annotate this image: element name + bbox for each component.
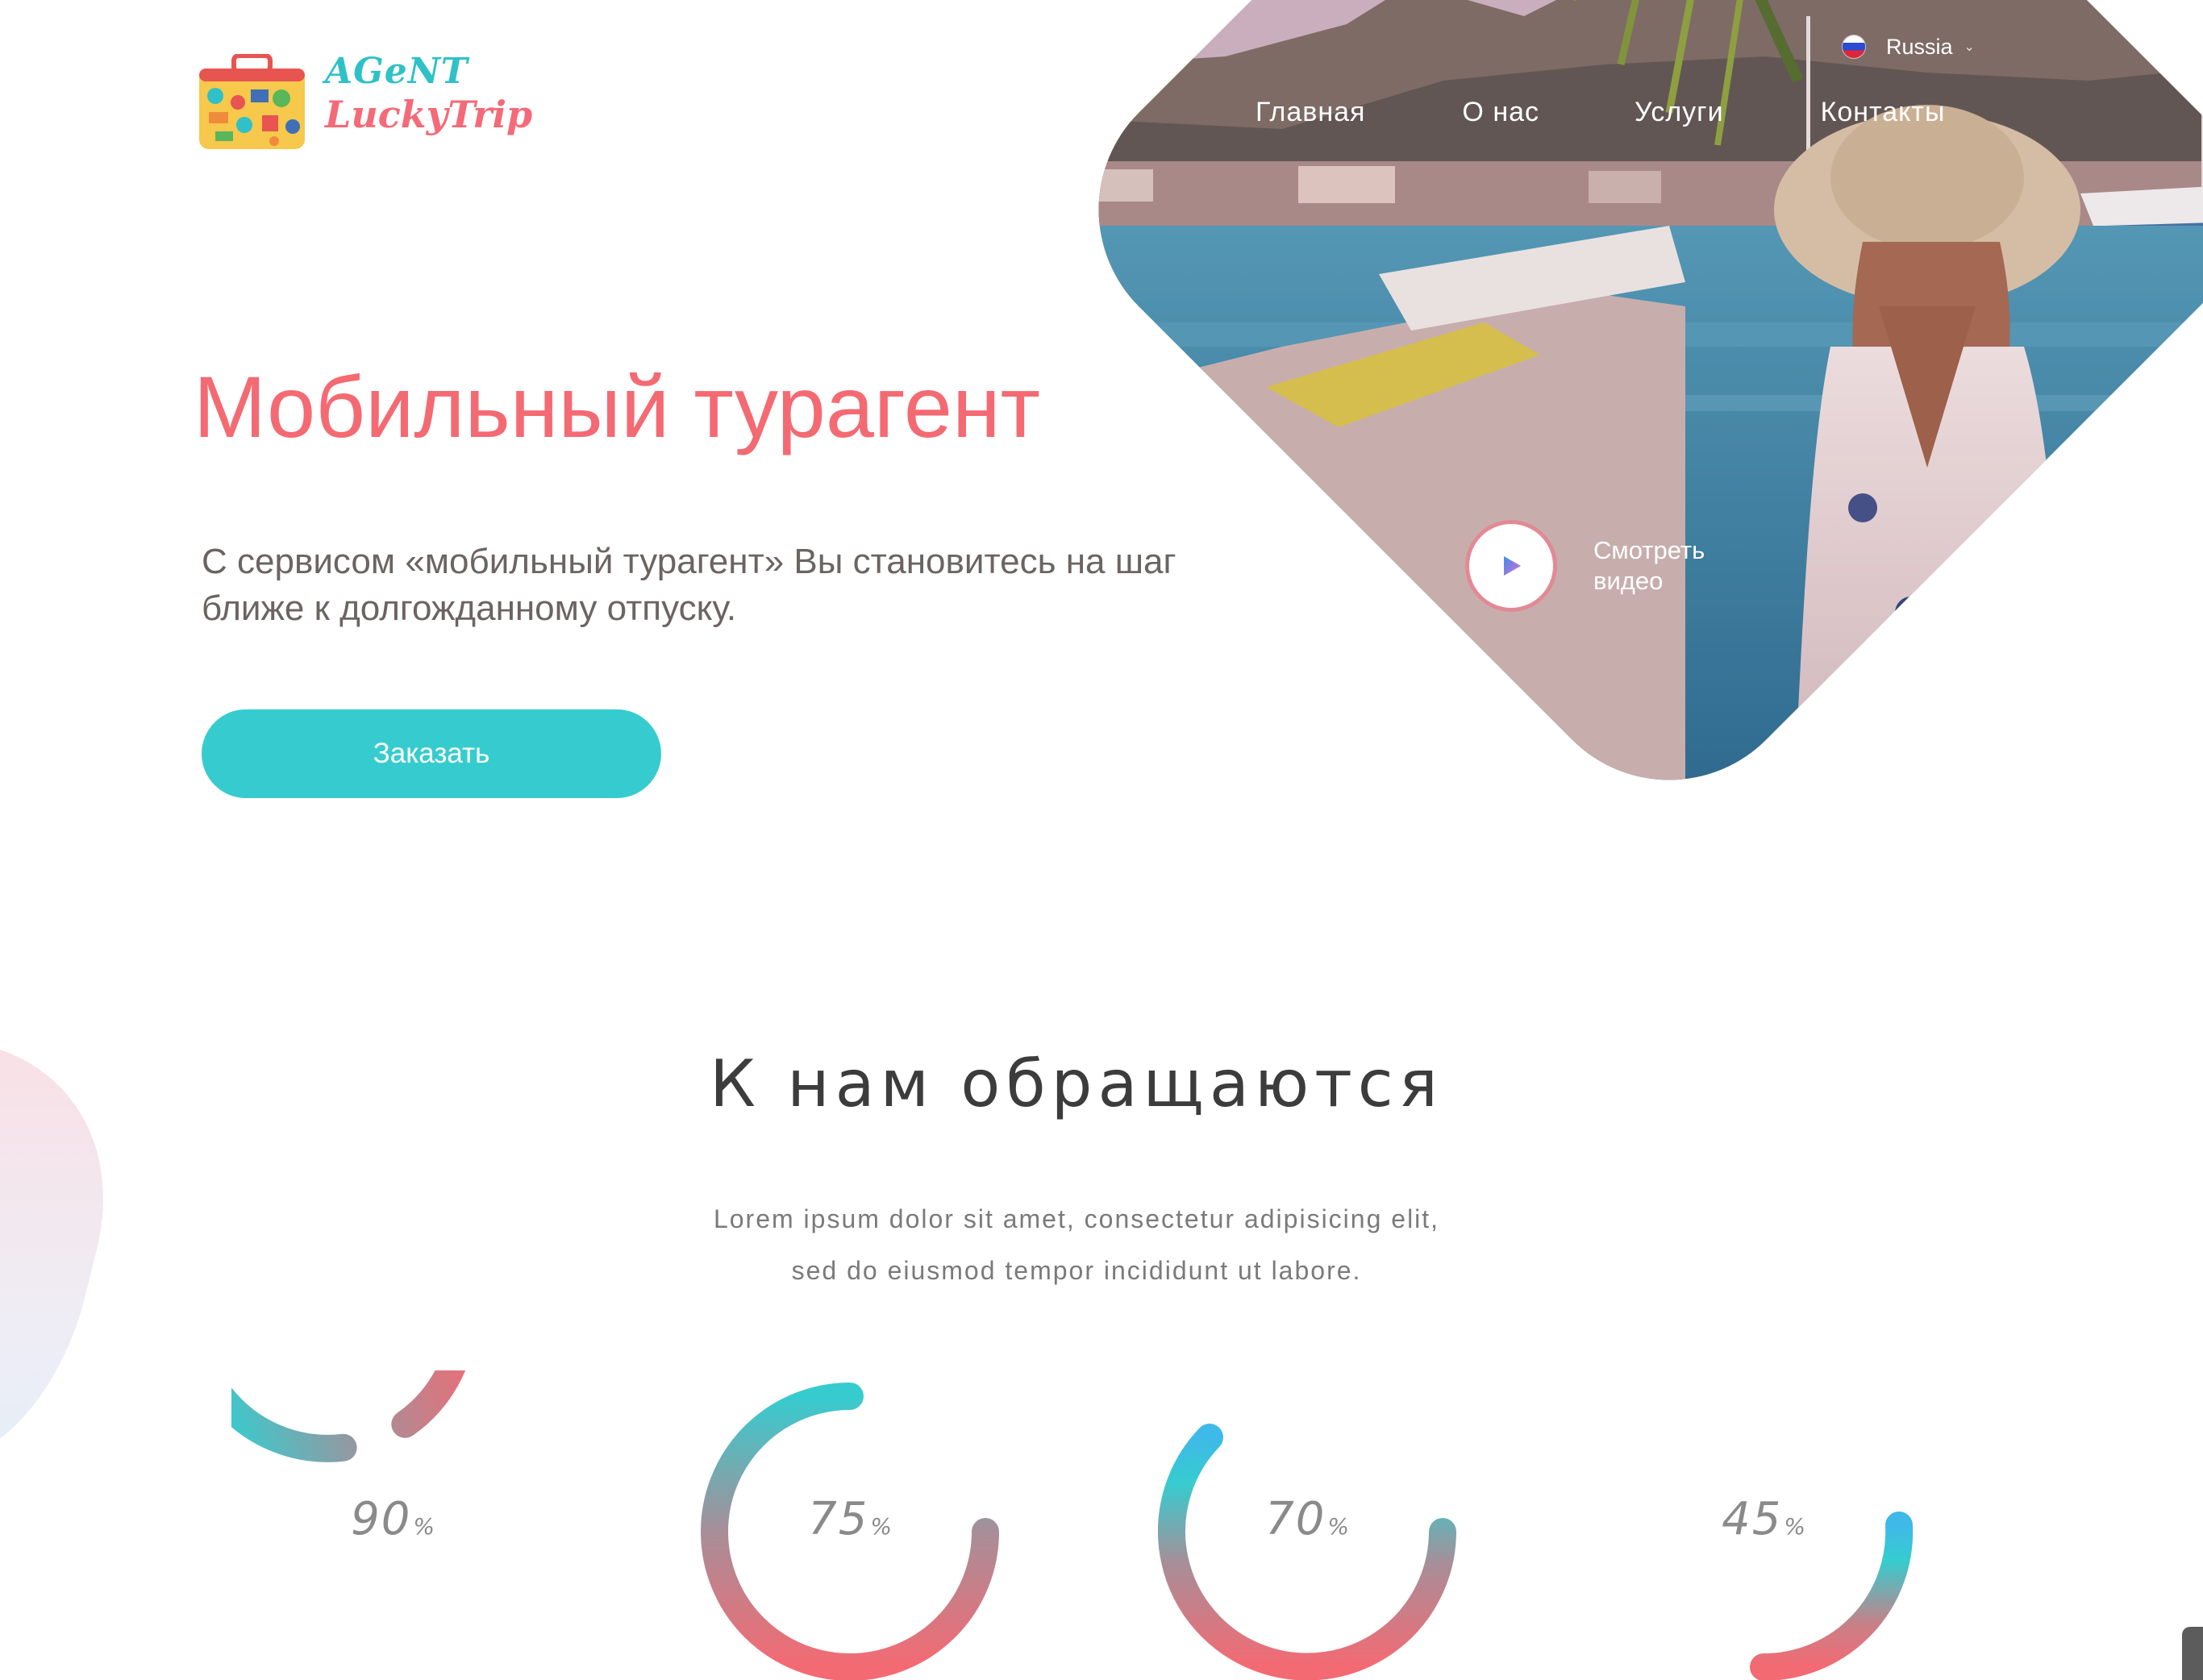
clients-subtitle: Lorem ipsum dolor sit amet, consectetur … [0, 1193, 2153, 1296]
stat-number: 75 [808, 1493, 869, 1545]
nav-item-home[interactable]: Главная [1256, 97, 1365, 128]
play-button[interactable] [1469, 524, 1553, 608]
hero-photo [960, 0, 2203, 919]
watch-video-button[interactable]: Смотреть видео [1469, 524, 1739, 608]
main-nav: Главная О нас Услуги Контакты [1256, 97, 1945, 128]
stat-ring-4: 45% [1602, 1370, 1925, 1680]
stat-number: 45 [1722, 1493, 1783, 1545]
clients-subtitle-line2: sed do eiusmod tempor incididunt ut labo… [791, 1256, 1362, 1285]
russia-flag-icon [1843, 35, 1865, 58]
stat-ring-2: 75% [689, 1370, 1011, 1680]
stat-unit: % [1784, 1513, 1805, 1540]
logo-line-agent: AGeNT [325, 51, 469, 92]
play-icon [1504, 556, 1521, 576]
nav-item-about[interactable]: О нас [1462, 97, 1539, 128]
stat-unit: % [870, 1513, 892, 1540]
scroll-to-top-tab[interactable] [2182, 1627, 2203, 1680]
suitcase-logo-icon [199, 54, 305, 149]
clients-subtitle-line1: Lorem ipsum dolor sit amet, consectetur … [713, 1204, 1440, 1233]
order-button[interactable]: Заказать [202, 709, 661, 798]
logo[interactable]: AGeNT LuckyTrip [198, 44, 532, 153]
landing-page: AGeNT LuckyTrip Russia ⌄ Главная О нас У… [0, 0, 2203, 1680]
stat-value: 45% [1602, 1493, 1925, 1545]
logo-wordmark: AGeNT LuckyTrip [325, 51, 533, 136]
stat-ring-3: 70% [1146, 1370, 1468, 1680]
stat-ring-1: 90% [231, 1370, 554, 1680]
stat-number: 90 [351, 1493, 412, 1545]
chevron-down-icon: ⌄ [1964, 40, 1975, 54]
hero-subtitle: С сервисом «мобильный турагент» Вы стано… [202, 542, 1176, 628]
stat-number: 70 [1265, 1493, 1326, 1545]
stat-unit: % [1327, 1513, 1349, 1540]
logo-line-luckytrip: LuckyTrip [325, 93, 533, 136]
stat-value: 75% [689, 1493, 1011, 1545]
watch-video-label: Смотреть видео [1593, 536, 1705, 595]
hero-photo-illustration [1042, 0, 2203, 837]
language-label: Russia [1886, 34, 1953, 59]
stat-value: 70% [1146, 1493, 1468, 1545]
nav-item-contacts[interactable]: Контакты [1821, 97, 1946, 128]
stat-unit: % [413, 1513, 435, 1540]
language-selector[interactable]: Russia ⌄ [1843, 31, 1975, 63]
nav-item-services[interactable]: Услуги [1635, 97, 1724, 128]
clients-title: К нам обращаются [710, 1046, 1443, 1121]
hero-title: Мобильный турагент [194, 358, 1041, 455]
stat-value: 90% [231, 1493, 554, 1545]
